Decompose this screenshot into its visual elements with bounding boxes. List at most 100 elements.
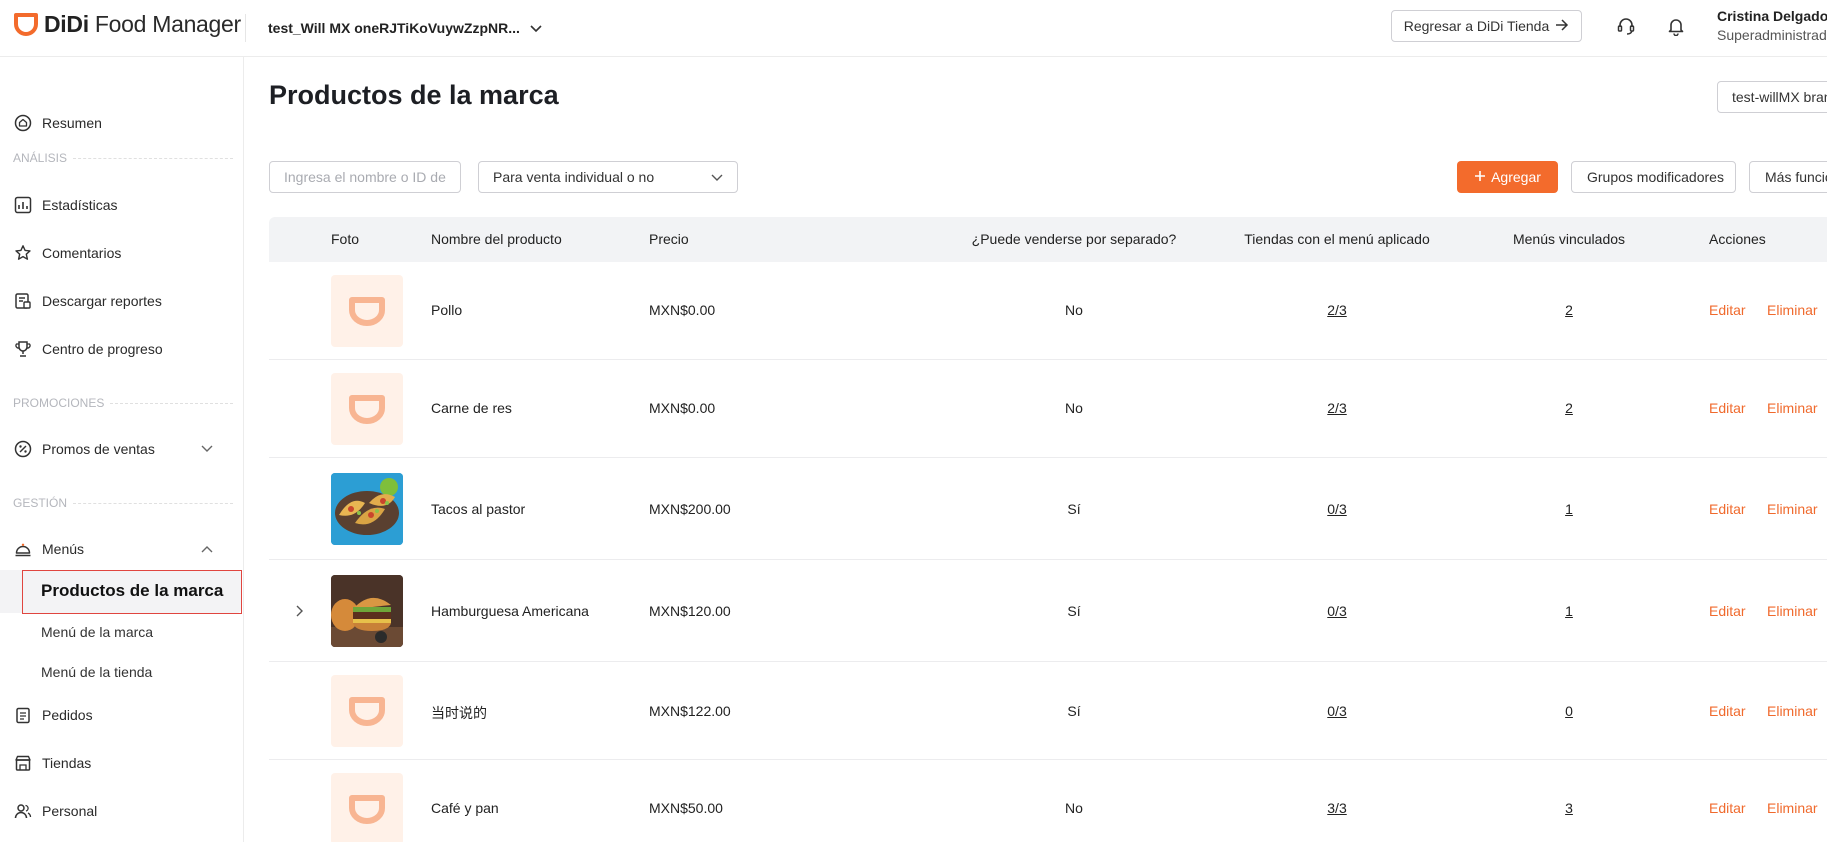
table-row: Pollo MXN$0.00 No 2/3 2 Editar Eliminar (269, 262, 1827, 360)
top-divider (245, 14, 246, 42)
sidebar-subitem-menu-tienda[interactable]: Menú de la tienda (41, 664, 152, 680)
section-label-gestion: GESTIÓN (13, 496, 233, 510)
linked-menus-link[interactable]: 1 (1565, 603, 1573, 619)
sale-type-filter[interactable]: Para venta individual o no (478, 161, 738, 193)
delete-button[interactable]: Eliminar (1767, 800, 1818, 816)
home-icon (13, 113, 33, 133)
back-to-store-button[interactable]: Regresar a DiDi Tienda (1391, 10, 1582, 42)
user-profile[interactable]: Cristina Delgado Superadministrador (1717, 8, 1827, 43)
product-price: MXN$50.00 (649, 800, 723, 816)
sold-separately: Sí (1067, 501, 1081, 517)
sidebar-subitem-menu-marca[interactable]: Menú de la marca (41, 624, 153, 640)
sidebar-item-menus[interactable]: Menús (0, 531, 244, 567)
modifier-groups-button[interactable]: Grupos modificadores (1571, 161, 1736, 193)
product-price: MXN$120.00 (649, 603, 731, 619)
sidebar-item-descargar-reportes[interactable]: Descargar reportes (0, 283, 244, 319)
sidebar-item-label: Comentarios (42, 245, 122, 261)
chevron-down-icon (530, 20, 542, 36)
edit-button[interactable]: Editar (1709, 302, 1746, 318)
linked-menus-link[interactable]: 2 (1565, 302, 1573, 318)
sidebar-item-label: Pedidos (42, 707, 93, 723)
user-role: Superadministrador (1717, 27, 1827, 43)
star-icon (13, 243, 33, 263)
edit-button[interactable]: Editar (1709, 603, 1746, 619)
header-foto: Foto (331, 231, 360, 247)
stores-applied-link[interactable]: 0/3 (1327, 603, 1346, 619)
linked-menus-link[interactable]: 0 (1565, 703, 1573, 719)
sidebar-item-label: Promos de ventas (42, 441, 155, 457)
discount-icon (13, 439, 33, 459)
page-title: Productos de la marca (269, 80, 559, 110)
section-label-analisis: ANÁLISIS (13, 151, 233, 165)
filter-select-value: Para venta individual o no (493, 169, 655, 185)
sidebar-item-personal[interactable]: Personal (0, 793, 244, 829)
more-functions-button[interactable]: Más funciones (1749, 161, 1827, 193)
edit-button[interactable]: Editar (1709, 703, 1746, 719)
chevron-up-icon (200, 542, 214, 556)
sold-separately: Sí (1067, 603, 1081, 619)
sidebar-item-promos[interactable]: Promos de ventas (0, 431, 244, 467)
sidebar-item-tiendas[interactable]: Tiendas (0, 745, 244, 781)
product-placeholder-image (331, 275, 403, 347)
chevron-right-icon[interactable] (293, 604, 307, 618)
stores-applied-link[interactable]: 0/3 (1327, 703, 1346, 719)
trophy-icon (13, 339, 33, 359)
delete-button[interactable]: Eliminar (1767, 400, 1818, 416)
table-row: Tacos al pastor MXN$200.00 Sí 0/3 1 Edit… (269, 458, 1827, 560)
product-placeholder-image (331, 675, 403, 747)
sidebar-item-label: Estadísticas (42, 197, 118, 213)
search-input[interactable] (269, 161, 461, 193)
linked-menus-link[interactable]: 3 (1565, 800, 1573, 816)
delete-button[interactable]: Eliminar (1767, 703, 1818, 719)
product-price: MXN$0.00 (649, 302, 716, 318)
clipboard-icon (13, 705, 33, 725)
delete-button[interactable]: Eliminar (1767, 603, 1818, 619)
edit-button[interactable]: Editar (1709, 400, 1746, 416)
stores-applied-link[interactable]: 2/3 (1327, 400, 1346, 416)
plus-icon (1474, 169, 1486, 185)
didi-logo[interactable]: DiDi Food Manager (12, 10, 241, 38)
linked-menus-link[interactable]: 1 (1565, 501, 1573, 517)
edit-button[interactable]: Editar (1709, 501, 1746, 517)
store-selector[interactable]: test_Will MX oneRJTiKoVuywZzpNR... (268, 14, 542, 42)
add-product-button[interactable]: Agregar (1457, 161, 1558, 193)
stores-applied-link[interactable]: 2/3 (1327, 302, 1346, 318)
product-price: MXN$122.00 (649, 703, 731, 719)
sidebar-item-centro-progreso[interactable]: Centro de progreso (0, 331, 244, 367)
product-name: Hamburguesa Americana (431, 603, 589, 619)
sold-separately: No (1065, 302, 1083, 318)
back-button-label: Regresar a DiDi Tienda (1403, 18, 1550, 34)
sidebar-item-comentarios[interactable]: Comentarios (0, 235, 244, 271)
sold-separately: Sí (1067, 703, 1081, 719)
header-nombre: Nombre del producto (431, 231, 562, 247)
sold-separately: No (1065, 400, 1083, 416)
header-tiendas: Tiendas con el menú aplicado (1244, 231, 1430, 247)
bell-icon[interactable] (1665, 15, 1687, 37)
sidebar-item-label: Resumen (42, 115, 102, 131)
table-row: Café y pan MXN$50.00 No 3/3 3 Editar Eli… (269, 760, 1827, 842)
delete-button[interactable]: Eliminar (1767, 302, 1818, 318)
stores-applied-link[interactable]: 0/3 (1327, 501, 1346, 517)
header-acciones: Acciones (1709, 231, 1766, 247)
product-name: Pollo (431, 302, 463, 318)
sidebar-item-resumen[interactable]: Resumen (0, 105, 244, 141)
linked-menus-link[interactable]: 2 (1565, 400, 1573, 416)
stores-applied-link[interactable]: 3/3 (1327, 800, 1346, 816)
sidebar-item-estadisticas[interactable]: Estadísticas (0, 187, 244, 223)
headset-icon[interactable] (1615, 15, 1637, 37)
edit-button[interactable]: Editar (1709, 800, 1746, 816)
sidebar-item-label: Descargar reportes (42, 293, 162, 309)
brand-selector[interactable]: test-willMX brand (1717, 81, 1827, 113)
chevron-down-icon (711, 169, 723, 185)
sidebar-item-label: Centro de progreso (42, 341, 163, 357)
sidebar-item-label: Personal (42, 803, 98, 819)
delete-button[interactable]: Eliminar (1767, 501, 1818, 517)
chevron-down-icon (200, 442, 214, 456)
people-icon (13, 801, 33, 821)
sidebar-subitem-productos-marca[interactable]: Productos de la marca (41, 581, 223, 601)
product-name: 当时说的 (431, 706, 487, 722)
tacos-photo (331, 473, 403, 545)
sidebar-item-pedidos[interactable]: Pedidos (0, 697, 244, 733)
user-name: Cristina Delgado (1717, 8, 1827, 24)
burger-photo (331, 575, 403, 647)
